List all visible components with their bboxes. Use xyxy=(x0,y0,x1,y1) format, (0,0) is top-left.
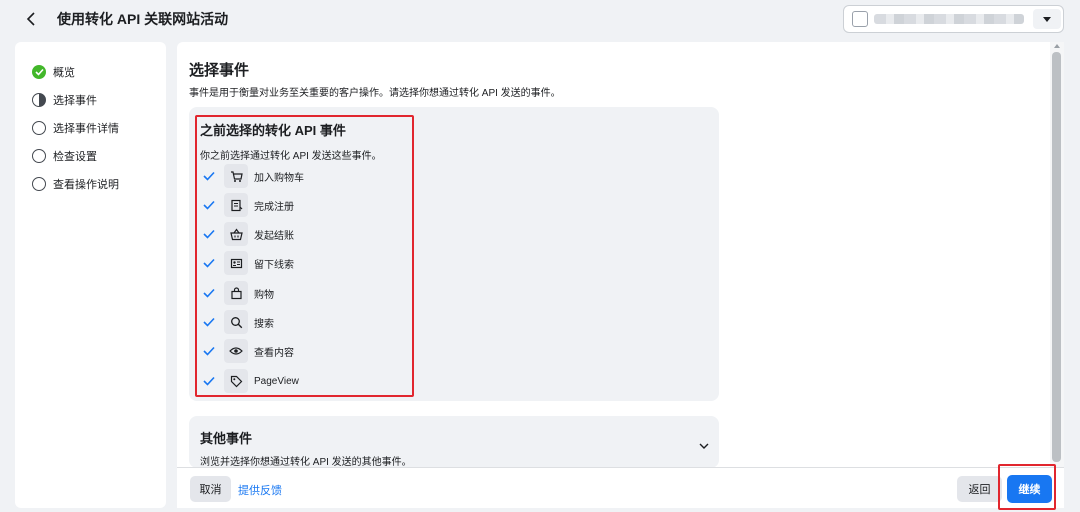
step-label: 选择事件 xyxy=(53,95,97,107)
continue-button[interactable]: 继续 xyxy=(1007,475,1052,503)
event-row-view-content[interactable]: 查看内容 xyxy=(200,339,294,363)
event-label: 加入购物车 xyxy=(254,172,304,184)
step-event-details[interactable]: 选择事件详情 xyxy=(32,119,119,137)
scroll-thumb[interactable] xyxy=(1052,52,1061,462)
check-circle-icon xyxy=(32,65,46,79)
checkmark-icon[interactable] xyxy=(200,196,218,214)
event-label: 留下线索 xyxy=(254,259,294,271)
previous-events-title: 之前选择的转化 API 事件 xyxy=(200,123,346,138)
step-instructions[interactable]: 查看操作说明 xyxy=(32,175,119,193)
empty-circle-icon xyxy=(32,149,46,163)
scroll-up-icon[interactable] xyxy=(1054,44,1060,48)
event-row-complete-registration[interactable]: 完成注册 xyxy=(200,193,294,217)
checkout-basket-icon xyxy=(224,222,248,246)
other-events-title: 其他事件 xyxy=(200,431,253,446)
checkmark-icon[interactable] xyxy=(200,225,218,243)
step-review-settings[interactable]: 检查设置 xyxy=(32,147,97,165)
feedback-link[interactable]: 提供反馈 xyxy=(238,482,282,498)
top-bar: 使用转化 API 关联网站活动 xyxy=(0,0,1080,38)
cancel-button[interactable]: 取消 xyxy=(190,476,231,502)
account-selector[interactable] xyxy=(843,5,1064,33)
lead-card-icon xyxy=(224,251,248,275)
event-row-search[interactable]: 搜索 xyxy=(200,310,274,334)
event-label: 搜索 xyxy=(254,318,274,330)
page-icon xyxy=(852,11,868,27)
checkmark-icon[interactable] xyxy=(200,372,218,390)
scrollbar[interactable] xyxy=(1050,42,1064,467)
step-label: 概览 xyxy=(53,67,75,79)
event-label: 发起结账 xyxy=(254,230,294,242)
event-label: 完成注册 xyxy=(254,201,294,213)
chevron-left-icon[interactable] xyxy=(20,8,42,30)
empty-circle-icon xyxy=(32,177,46,191)
event-row-pageview[interactable]: PageView xyxy=(200,369,299,393)
checkmark-icon[interactable] xyxy=(200,342,218,360)
footer-bar xyxy=(177,467,1064,508)
half-circle-icon xyxy=(32,93,46,107)
event-label: PageView xyxy=(254,375,299,387)
chevron-down-icon[interactable] xyxy=(698,439,710,451)
empty-circle-icon xyxy=(32,121,46,135)
section-description: 事件是用于衡量对业务至关重要的客户操作。请选择你想通过转化 API 发送的事件。 xyxy=(189,88,561,99)
checkmark-icon[interactable] xyxy=(200,313,218,331)
event-row-lead[interactable]: 留下线索 xyxy=(200,251,294,275)
other-events-description: 浏览并选择你想通过转化 API 发送的其他事件。 xyxy=(200,457,412,468)
step-label: 选择事件详情 xyxy=(53,123,119,135)
tag-icon xyxy=(224,369,248,393)
step-overview[interactable]: 概览 xyxy=(32,63,75,81)
account-name-redacted xyxy=(874,14,1024,24)
step-label: 查看操作说明 xyxy=(53,179,119,191)
event-row-purchase[interactable]: 购物 xyxy=(200,281,274,305)
step-select-events[interactable]: 选择事件 xyxy=(32,91,97,109)
registration-form-icon xyxy=(224,193,248,217)
section-title: 选择事件 xyxy=(189,62,250,79)
page-title: 使用转化 API 关联网站活动 xyxy=(57,11,229,27)
shopping-cart-icon xyxy=(224,164,248,188)
checkmark-icon[interactable] xyxy=(200,167,218,185)
event-label: 查看内容 xyxy=(254,347,294,359)
eye-icon xyxy=(224,339,248,363)
caret-down-icon[interactable] xyxy=(1033,9,1061,29)
event-label: 购物 xyxy=(254,289,274,301)
back-button[interactable]: 返回 xyxy=(957,476,1002,502)
step-label: 检查设置 xyxy=(53,151,97,163)
shopping-bag-icon xyxy=(224,281,248,305)
event-row-add-to-cart[interactable]: 加入购物车 xyxy=(200,164,304,188)
search-icon xyxy=(224,310,248,334)
checkmark-icon[interactable] xyxy=(200,284,218,302)
previous-events-description: 你之前选择通过转化 API 发送这些事件。 xyxy=(200,151,382,162)
event-row-initiate-checkout[interactable]: 发起结账 xyxy=(200,222,294,246)
steps-sidebar xyxy=(15,42,166,508)
checkmark-icon[interactable] xyxy=(200,254,218,272)
